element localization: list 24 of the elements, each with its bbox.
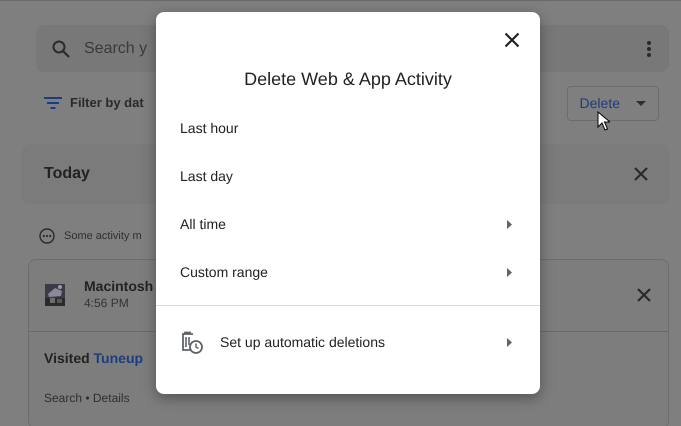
- dialog-title: Delete Web & App Activity: [243, 69, 453, 91]
- close-button[interactable]: [502, 30, 522, 50]
- caret-icon: [636, 100, 646, 106]
- activity-time: 4:56 PM: [84, 295, 130, 312]
- trash-clock-icon: [180, 330, 204, 355]
- day-title: Today: [44, 164, 90, 184]
- close-icon[interactable]: [633, 166, 649, 182]
- search-icon: [52, 40, 70, 58]
- more-horiz-circle-icon: [39, 228, 55, 244]
- filter-label[interactable]: Filter by dat: [70, 93, 144, 113]
- menu-item[interactable]: Custom range: [156, 248, 540, 297]
- more-vert-icon[interactable]: [647, 40, 651, 56]
- filter-icon[interactable]: [44, 96, 62, 110]
- menu-item[interactable]: All time: [156, 200, 540, 249]
- activity-meta: Search • Details: [43, 390, 131, 406]
- search-field[interactable]: Search y: [84, 36, 154, 60]
- menu-item[interactable]: Last day: [156, 152, 540, 201]
- notice-text: Some activity m: [64, 229, 142, 244]
- cursor-icon: [597, 111, 610, 131]
- activity-title: Macintosh: [84, 278, 154, 294]
- close-icon: [504, 32, 520, 48]
- menu-item[interactable]: Set up automatic deletions: [156, 306, 540, 380]
- close-icon[interactable]: [636, 287, 652, 303]
- menu-item[interactable]: Last hour: [156, 104, 540, 153]
